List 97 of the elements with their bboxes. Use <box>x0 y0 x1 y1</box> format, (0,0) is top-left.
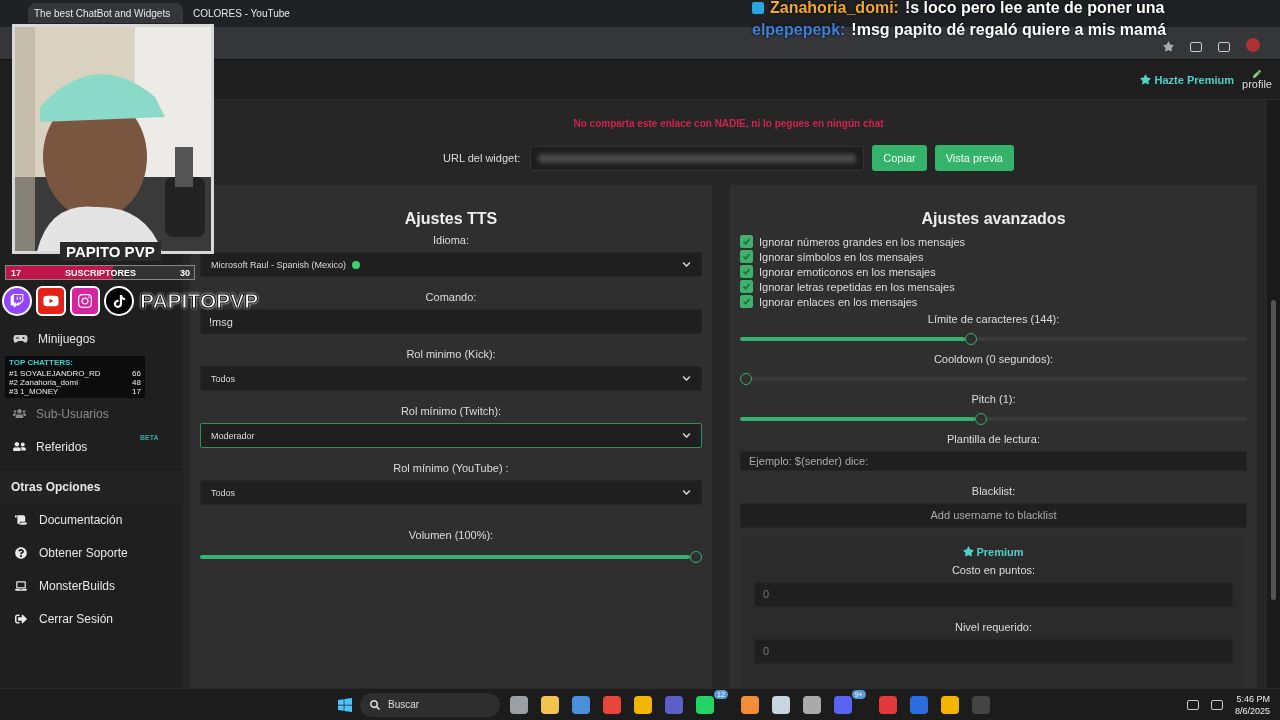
premium-link[interactable]: Hazte Premium <box>1139 73 1235 86</box>
users-icon <box>13 407 26 420</box>
profile-link[interactable]: profile <box>1242 69 1272 90</box>
chat-username: elpepepepk: <box>752 21 846 39</box>
field-label: Blacklist: <box>970 484 1017 497</box>
field-label: Rol mínimo (YouTube) : <box>392 462 510 474</box>
chevron-icon <box>682 374 691 383</box>
checkbox-label: Ignorar emoticonos en los mensajes <box>759 265 936 278</box>
slider-handle[interactable] <box>975 412 988 425</box>
star-icon <box>963 546 975 558</box>
goal-target: 30 <box>179 267 190 278</box>
section-heading: Otras Opciones <box>0 471 183 503</box>
checkbox[interactable] <box>740 295 753 309</box>
blacklist-field[interactable]: Add username to blacklist <box>740 502 1247 528</box>
chat-message: !s loco pero lee ante de poner una <box>904 0 1165 17</box>
select-field[interactable]: Microsoft Raul - Spanish (Mexico) <box>200 252 702 277</box>
field-label: Rol mínimo (Twitch): <box>399 405 503 417</box>
logout-icon <box>15 612 27 625</box>
star-icon <box>1139 74 1151 85</box>
chat-username: Zanahoria_domi: <box>770 0 899 17</box>
chatter-count: 17 <box>132 387 141 396</box>
field-label: Pitch (1): <box>970 392 1017 405</box>
app-icon[interactable] <box>740 695 759 714</box>
select-field[interactable]: Todos <box>200 366 702 391</box>
field-label: Volumen (100%): <box>407 529 495 541</box>
sidebar-item[interactable]: Obtener Soporte <box>0 536 183 569</box>
app-icon[interactable] <box>572 695 590 714</box>
checkbox[interactable] <box>740 265 753 279</box>
field-label: Costo en puntos: <box>950 563 1037 576</box>
chevron-icon <box>682 260 691 269</box>
chevron-icon <box>682 488 691 497</box>
sidebar-item[interactable]: Documentación <box>0 503 183 536</box>
play-icon <box>36 286 66 316</box>
chatter-name: #2 Zanahoria_domi <box>9 378 78 387</box>
slider-handle[interactable] <box>965 332 978 345</box>
question-icon <box>15 546 27 559</box>
checkbox[interactable] <box>740 235 753 249</box>
clock[interactable]: 5:46 PM 8/6/2025 <box>1234 692 1270 717</box>
browser-tab[interactable]: COLORES - YouTube <box>187 3 307 23</box>
chat-message: !msg papito dé regaló quiere a mis mamá <box>851 21 1167 39</box>
gamepad-icon <box>13 333 28 344</box>
browser-tab[interactable]: The best ChatBot and Widgets <box>28 3 183 23</box>
warning-text: No comparta este enlace con NADIE, ni lo pegues en ningún chat <box>573 118 884 131</box>
field-label: Límite de caracteres (144): <box>926 312 1061 325</box>
star-icon[interactable] <box>1163 41 1174 52</box>
pen-icon <box>1253 69 1261 78</box>
sidebar-item[interactable]: Cerrar Sesión <box>0 602 183 635</box>
scroll-icon <box>15 513 27 526</box>
template-field[interactable]: Ejemplo: $(sender) dice: <box>740 450 1247 471</box>
checkbox-label: Ignorar letras repetidas en los mensajes <box>759 280 955 293</box>
checkbox-label: Ignorar símbolos en los mensajes <box>759 250 924 263</box>
chatter-name: #3 1_MONEY <box>9 387 59 396</box>
field-label: Nivel requerido: <box>953 620 1033 633</box>
camera-icon <box>70 286 100 316</box>
sidebar-item[interactable]: Minijuegos <box>0 322 183 355</box>
chevron-icon <box>682 431 691 440</box>
premium-title: Premium <box>976 545 1024 558</box>
app-icon[interactable] <box>696 695 714 714</box>
app-icon[interactable] <box>541 695 559 714</box>
streamer-name: PAPITO PVP <box>60 242 161 261</box>
chat-badge-icon <box>752 2 764 14</box>
scrollbar[interactable] <box>1271 300 1276 600</box>
start-icon[interactable] <box>337 696 353 713</box>
goal-current: 17 <box>11 267 21 278</box>
input-field[interactable]: 0 <box>754 638 1233 664</box>
checkbox-label: Ignorar enlaces en los mensajes <box>759 295 918 308</box>
app-icon[interactable] <box>771 695 790 714</box>
checkbox[interactable] <box>740 250 753 264</box>
sidebar-item[interactable]: MonsterBuilds <box>0 569 183 602</box>
select-field[interactable]: Todos <box>200 480 702 505</box>
chatters-title: TOP CHATTERS: <box>9 358 74 368</box>
app-icon[interactable] <box>634 695 652 714</box>
field-label: Cooldown (0 segundos): <box>932 352 1055 365</box>
input-field[interactable]: !msg <box>200 309 702 334</box>
slider-handle[interactable] <box>690 551 702 563</box>
panel-title: Ajustes avanzados <box>920 210 1067 228</box>
chatter-count: 66 <box>132 369 141 378</box>
laptop-icon <box>15 579 27 592</box>
panel-title: Ajustes TTS <box>403 210 499 228</box>
select-field[interactable]: Moderador <box>200 423 702 448</box>
checkbox[interactable] <box>740 280 753 294</box>
chatter-name: #1 SOYALEJANDRO_RD <box>9 369 101 378</box>
chatter-count: 48 <box>132 378 141 387</box>
people-icon <box>13 440 26 453</box>
checkbox-label: Ignorar números grandes en los mensajes <box>759 235 966 248</box>
app-icon[interactable] <box>510 695 528 714</box>
search-field[interactable]: Buscar <box>360 692 500 717</box>
field-label: Plantilla de lectura: <box>946 432 1041 445</box>
field-label: URL del widget: <box>443 152 521 164</box>
app-icon[interactable] <box>940 695 959 714</box>
url-field[interactable] <box>530 145 865 171</box>
input-field[interactable]: 0 <box>754 581 1233 607</box>
field-label: Idioma: <box>431 234 471 246</box>
slider-handle[interactable] <box>740 372 752 385</box>
search-icon <box>370 699 380 710</box>
app-icon[interactable] <box>802 695 821 714</box>
field-label: Rol minimo (Kick): <box>405 348 497 360</box>
